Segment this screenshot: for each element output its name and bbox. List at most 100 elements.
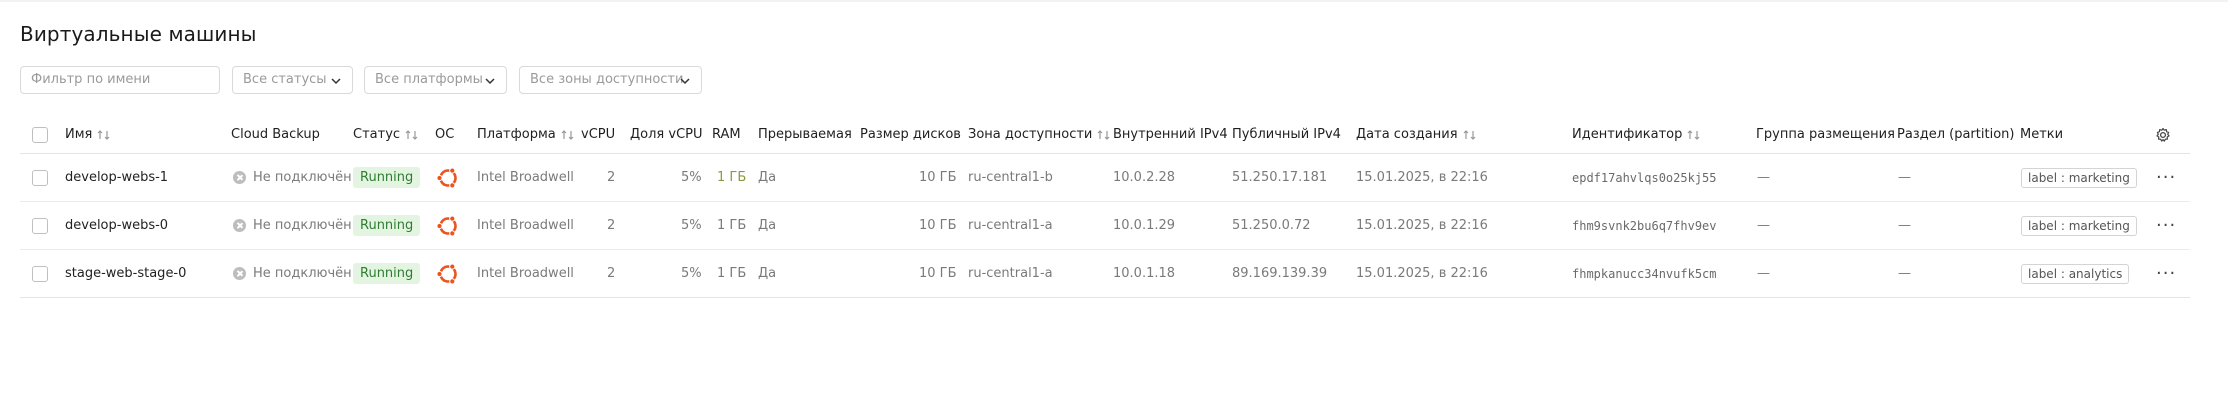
zone-filter-select[interactable]: Все зоны доступности bbox=[519, 66, 702, 94]
table-row[interactable]: develop-webs-1 Не подключён Running Inte… bbox=[20, 154, 2190, 202]
col-labels: Метки bbox=[2020, 116, 2063, 153]
created-value: 15.01.2025, в 22:16 bbox=[1356, 218, 1488, 233]
chevron-down-icon bbox=[680, 78, 690, 85]
more-icon: ··· bbox=[2156, 214, 2177, 236]
row-actions-button[interactable]: ··· bbox=[2156, 202, 2176, 249]
col-name[interactable]: Имя bbox=[65, 116, 111, 153]
more-icon: ··· bbox=[2156, 166, 2177, 188]
row-checkbox[interactable] bbox=[32, 169, 48, 186]
col-backup-label: Cloud Backup bbox=[231, 127, 320, 142]
partition-value: — bbox=[1898, 266, 1911, 281]
partition-value: — bbox=[1898, 218, 1911, 233]
public-ip-value: 51.250.0.72 bbox=[1232, 218, 1311, 233]
table-header: Имя Cloud Backup Статус ОС Платформа vCP… bbox=[20, 116, 2190, 154]
platform-filter-select[interactable]: Все платформы bbox=[364, 66, 507, 94]
col-zone-label: Зона доступности bbox=[968, 127, 1093, 142]
zone-value: ru-central1-a bbox=[968, 218, 1053, 233]
label-tag[interactable]: label : marketing bbox=[2021, 167, 2137, 188]
zone-value: ru-central1-a bbox=[968, 266, 1053, 281]
preemptible-value: Да bbox=[758, 266, 777, 281]
vcpu-value: 2 bbox=[607, 266, 616, 281]
label-tag[interactable]: label : analytics bbox=[2021, 263, 2130, 284]
vm-id-value: fhm9svnk2bu6q7fhv9ev bbox=[1572, 218, 1717, 233]
chevron-down-icon bbox=[331, 78, 341, 85]
internal-ip-value: 10.0.2.28 bbox=[1113, 170, 1176, 185]
col-platform[interactable]: Платформа bbox=[477, 116, 575, 153]
status-badge: Running bbox=[353, 263, 421, 284]
col-vcpu-label: vCPU bbox=[581, 127, 616, 142]
col-partition-label: Раздел (partition) bbox=[1897, 127, 2015, 142]
backup-status: Не подключён bbox=[253, 170, 352, 185]
ram-value: 1 ГБ bbox=[717, 218, 747, 233]
col-vcpu-share-label: Доля vCPU bbox=[630, 127, 703, 142]
column-settings-button[interactable] bbox=[2155, 116, 2171, 153]
vm-id-value: epdf17ahvlqs0o25kj55 bbox=[1572, 170, 1717, 185]
vm-name-link[interactable]: stage-web-stage-0 bbox=[65, 250, 186, 297]
vm-name-link[interactable]: develop-webs-0 bbox=[65, 202, 168, 249]
ubuntu-icon bbox=[436, 167, 457, 188]
vcpu-share-value: 5% bbox=[681, 218, 702, 233]
vm-list-page: Виртуальные машины Фильтр по имени Все с… bbox=[0, 0, 2228, 406]
page-title: Виртуальные машины bbox=[20, 22, 257, 46]
name-filter-input[interactable]: Фильтр по имени bbox=[20, 66, 220, 94]
col-id-label: Идентификатор bbox=[1572, 127, 1683, 142]
public-ip-value: 51.250.17.181 bbox=[1232, 170, 1328, 185]
os-cell bbox=[435, 250, 461, 297]
select-all-checkbox[interactable] bbox=[32, 126, 48, 143]
disk-size-value: 10 ГБ bbox=[919, 170, 957, 185]
status-filter-select[interactable]: Все статусы bbox=[232, 66, 353, 94]
preemptible-value: Да bbox=[758, 170, 777, 185]
label-tag[interactable]: label : marketing bbox=[2021, 215, 2137, 236]
row-actions-button[interactable]: ··· bbox=[2156, 250, 2176, 297]
sort-icon bbox=[97, 129, 110, 140]
name-filter-placeholder: Фильтр по имени bbox=[31, 72, 151, 87]
table-row[interactable]: stage-web-stage-0 Не подключён Running I… bbox=[20, 250, 2190, 298]
col-zone[interactable]: Зона доступности bbox=[968, 116, 1111, 153]
col-backup: Cloud Backup bbox=[231, 116, 320, 153]
not-connected-icon bbox=[233, 267, 246, 280]
platform-value: Intel Broadwell bbox=[477, 218, 574, 233]
backup-cell: Не подключён bbox=[233, 202, 352, 249]
col-disk-size-label: Размер дисков bbox=[860, 127, 961, 142]
col-status[interactable]: Статус bbox=[353, 116, 419, 153]
chevron-down-icon bbox=[485, 78, 495, 85]
vcpu-share-value: 5% bbox=[681, 266, 702, 281]
status-badge: Running bbox=[353, 167, 421, 188]
col-id[interactable]: Идентификатор bbox=[1572, 116, 1701, 153]
col-labels-label: Метки bbox=[2020, 127, 2064, 142]
created-value: 15.01.2025, в 22:16 bbox=[1356, 266, 1488, 281]
disk-size-value: 10 ГБ bbox=[919, 218, 957, 233]
backup-cell: Не подключён bbox=[233, 154, 352, 201]
row-actions-button[interactable]: ··· bbox=[2156, 154, 2176, 201]
internal-ip-value: 10.0.1.29 bbox=[1113, 218, 1176, 233]
public-ip-value: 89.169.139.39 bbox=[1232, 266, 1328, 281]
status-cell: Running bbox=[353, 154, 421, 201]
internal-ip-value: 10.0.1.18 bbox=[1113, 266, 1176, 281]
platform-filter-value: Все платформы bbox=[375, 72, 483, 87]
col-partition: Раздел (partition) bbox=[1897, 116, 2014, 153]
disk-size-value: 10 ГБ bbox=[919, 266, 957, 281]
col-placement-group: Группа размещения bbox=[1756, 116, 1895, 153]
sort-icon bbox=[1687, 129, 1700, 140]
col-public-ip: Публичный IPv4 bbox=[1232, 116, 1341, 153]
vm-name-link[interactable]: develop-webs-1 bbox=[65, 154, 168, 201]
col-name-label: Имя bbox=[65, 127, 93, 142]
col-created[interactable]: Дата создания bbox=[1356, 116, 1477, 153]
more-icon: ··· bbox=[2156, 262, 2177, 284]
col-created-label: Дата создания bbox=[1356, 127, 1458, 142]
placement-group-value: — bbox=[1757, 218, 1770, 233]
sort-icon bbox=[561, 129, 574, 140]
os-cell bbox=[435, 202, 461, 249]
os-cell bbox=[435, 154, 461, 201]
vcpu-value: 2 bbox=[607, 170, 616, 185]
row-checkbox[interactable] bbox=[32, 217, 48, 234]
status-cell: Running bbox=[353, 202, 421, 249]
col-os: ОС bbox=[435, 116, 454, 153]
status-cell: Running bbox=[353, 250, 421, 297]
col-status-label: Статус bbox=[353, 127, 401, 142]
table-row[interactable]: develop-webs-0 Не подключён Running Inte… bbox=[20, 202, 2190, 250]
platform-value: Intel Broadwell bbox=[477, 170, 574, 185]
sort-icon bbox=[1097, 129, 1110, 140]
row-checkbox[interactable] bbox=[32, 265, 48, 282]
vm-id-value: fhmpkanucc34nvufk5cm bbox=[1572, 266, 1717, 281]
